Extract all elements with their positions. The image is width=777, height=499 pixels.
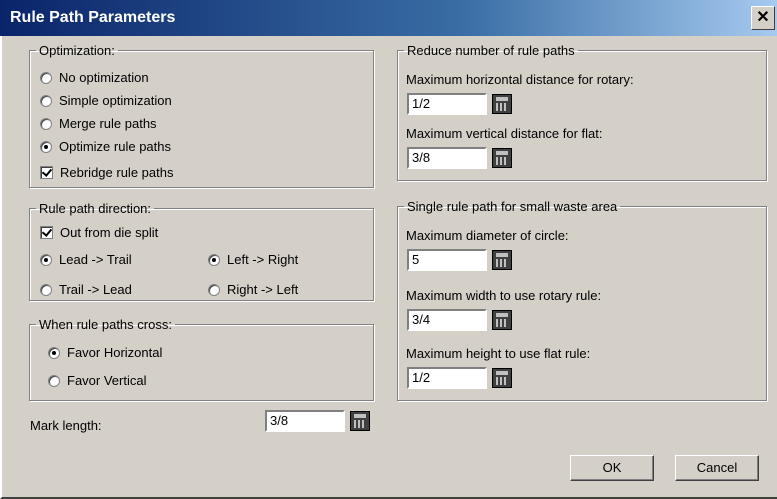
rotary-distance-label: Maximum horizontal distance for rotary: xyxy=(406,72,634,87)
calculator-icon[interactable] xyxy=(492,148,512,168)
radio-label: Favor Horizontal xyxy=(67,345,163,360)
close-button[interactable]: ✕ xyxy=(751,6,775,30)
mark-length-field[interactable]: 3/8 xyxy=(265,410,345,432)
window-title: Rule Path Parameters xyxy=(10,9,176,26)
checkbox-out-from-die-split[interactable]: Out from die split xyxy=(40,224,158,242)
flat-height-label: Maximum height to use flat rule: xyxy=(406,346,591,361)
radio-label: Right -> Left xyxy=(227,282,299,297)
radio-favor-horizontal[interactable]: Favor Horizontal xyxy=(48,344,162,362)
mark-length-label: Mark length: xyxy=(30,418,102,433)
title-bar: Rule Path Parameters ✕ xyxy=(0,0,777,36)
calculator-icon[interactable] xyxy=(492,368,512,388)
radio-label: Trail -> Lead xyxy=(59,282,132,297)
checkbox-label: Rebridge rule paths xyxy=(60,165,174,180)
close-icon: ✕ xyxy=(756,9,770,26)
single-legend: Single rule path for small waste area xyxy=(407,199,618,214)
radio-label: No optimization xyxy=(59,70,149,85)
checkbox-label: Out from die split xyxy=(60,225,159,240)
radio-merge-rule-paths[interactable]: Merge rule paths xyxy=(40,115,157,133)
radio-label: Optimize rule paths xyxy=(59,139,171,154)
radio-button[interactable] xyxy=(40,284,52,296)
radio-button[interactable] xyxy=(40,72,52,84)
radio-label: Simple optimization xyxy=(59,93,172,108)
radio-trail-lead[interactable]: Trail -> Lead xyxy=(40,281,132,299)
radio-label: Lead -> Trail xyxy=(59,252,132,267)
circle-diameter-label: Maximum diameter of circle: xyxy=(406,228,569,243)
calculator-icon[interactable] xyxy=(492,94,512,114)
calculator-icon[interactable] xyxy=(350,411,370,431)
radio-button[interactable] xyxy=(40,118,52,130)
radio-button[interactable] xyxy=(48,375,60,387)
radio-button[interactable] xyxy=(40,95,52,107)
radio-no-optimization[interactable]: No optimization xyxy=(40,69,149,87)
calculator-icon[interactable] xyxy=(492,310,512,330)
radio-button[interactable] xyxy=(208,284,220,296)
radio-button[interactable] xyxy=(40,141,52,153)
radio-label: Left -> Right xyxy=(227,252,299,267)
radio-label: Favor Vertical xyxy=(67,373,147,388)
flat-height-field[interactable]: 1/2 xyxy=(407,367,487,389)
cancel-button[interactable]: Cancel xyxy=(675,455,759,481)
radio-simple-optimization[interactable]: Simple optimization xyxy=(40,92,172,110)
rotary-distance-field[interactable]: 1/2 xyxy=(407,93,487,115)
radio-button[interactable] xyxy=(40,254,52,266)
flat-distance-field[interactable]: 3/8 xyxy=(407,147,487,169)
radio-button[interactable] xyxy=(48,347,60,359)
radio-right-left[interactable]: Right -> Left xyxy=(208,281,298,299)
optimization-legend: Optimization: xyxy=(39,43,115,58)
checkbox-rebridge-rule-paths[interactable]: Rebridge rule paths xyxy=(40,164,173,182)
checkbox[interactable] xyxy=(40,226,53,239)
reduce-legend: Reduce number of rule paths xyxy=(407,43,575,58)
radio-left-right[interactable]: Left -> Right xyxy=(208,251,298,269)
rotary-width-label: Maximum width to use rotary rule: xyxy=(406,288,602,303)
ok-button[interactable]: OK xyxy=(570,455,654,481)
radio-optimize-rule-paths[interactable]: Optimize rule paths xyxy=(40,138,171,156)
checkbox[interactable] xyxy=(40,166,53,179)
radio-label: Merge rule paths xyxy=(59,116,157,131)
direction-legend: Rule path direction: xyxy=(39,201,152,216)
rotary-width-field[interactable]: 3/4 xyxy=(407,309,487,331)
radio-favor-vertical[interactable]: Favor Vertical xyxy=(48,372,146,390)
radio-button[interactable] xyxy=(208,254,220,266)
cross-legend: When rule paths cross: xyxy=(39,317,172,332)
calculator-icon[interactable] xyxy=(492,250,512,270)
circle-diameter-field[interactable]: 5 xyxy=(407,249,487,271)
flat-distance-label: Maximum vertical distance for flat: xyxy=(406,126,603,141)
radio-lead-trail[interactable]: Lead -> Trail xyxy=(40,251,132,269)
